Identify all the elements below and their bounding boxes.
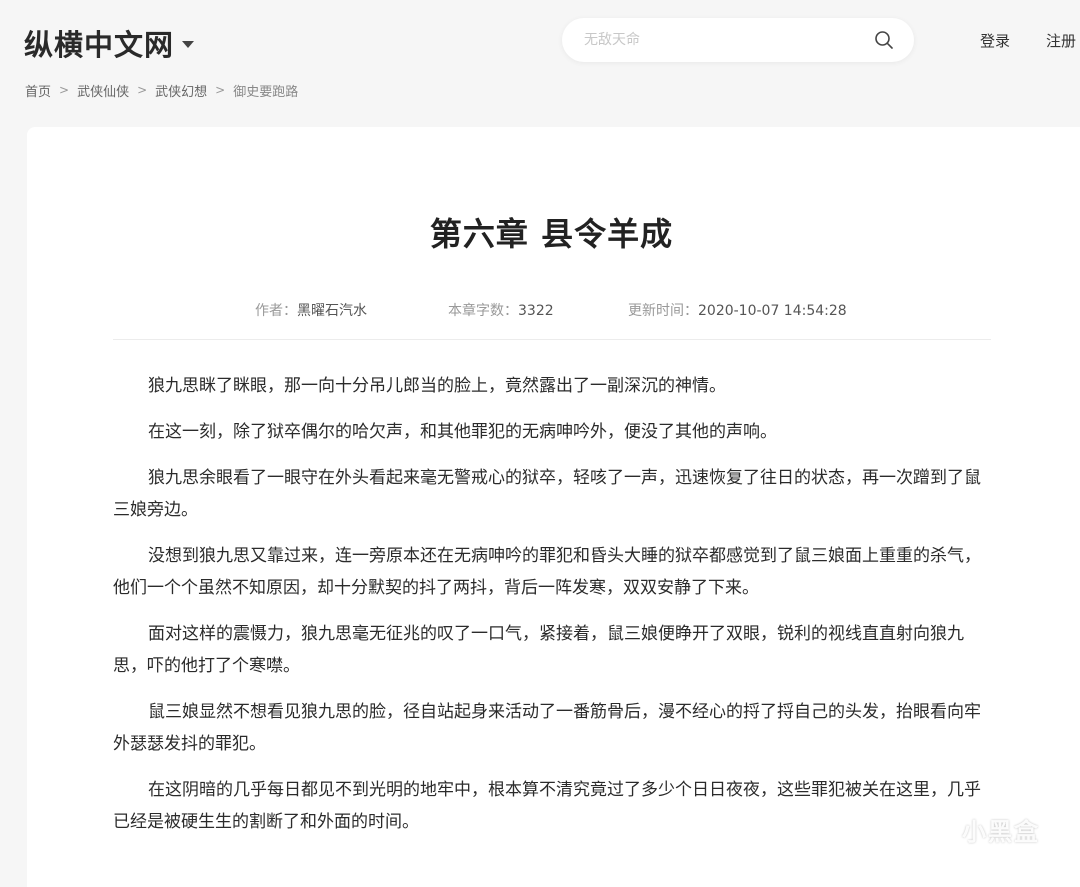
paragraph: 面对这样的震慑力，狼九思毫无征兆的叹了一口气，紧接着，鼠三娘便睁开了双眼，锐利的… bbox=[113, 624, 964, 676]
watermark: 小黑盒 bbox=[924, 812, 1040, 847]
register-link[interactable]: 注册 bbox=[1046, 30, 1076, 51]
site-logo[interactable]: 纵横中文网 bbox=[24, 22, 195, 64]
paragraph: 狼九思眯了眯眼，那一向十分吊儿郎当的脸上，竟然露出了一副深沉的神情。 bbox=[148, 376, 726, 396]
paragraph: 没想到狼九思又靠过来，连一旁原本还在无病呻吟的罪犯和昏头大睡的狱卒都感觉到了鼠三… bbox=[113, 546, 981, 598]
search-input[interactable] bbox=[584, 29, 854, 51]
search-box bbox=[562, 18, 914, 62]
author-name[interactable]: 黑曜石汽水 bbox=[297, 303, 367, 319]
breadcrumb: 首页 > 武侠仙侠 > 武侠幻想 > 御史要跑路 bbox=[25, 80, 298, 100]
updated-value: 2020-10-07 14:54:28 bbox=[698, 303, 847, 319]
chapter-content: 狼九思眯了眯眼，那一向十分吊儿郎当的脸上，竟然露出了一副深沉的神情。 在这一刻，… bbox=[113, 370, 993, 852]
chapter-author: 作者：黑曜石汽水 bbox=[255, 300, 367, 320]
word-count-value: 3322 bbox=[518, 303, 554, 319]
chevron-right-icon: > bbox=[137, 83, 148, 97]
chevron-right-icon: > bbox=[215, 83, 226, 97]
meta-divider bbox=[113, 339, 991, 340]
word-count-label: 本章字数： bbox=[448, 303, 518, 319]
chapter-word-count: 本章字数：3322 bbox=[448, 300, 554, 320]
site-header: 纵横中文网 登录 注册 bbox=[0, 0, 1080, 78]
author-label: 作者： bbox=[255, 303, 297, 319]
logo-text[interactable]: 纵横中文网 bbox=[24, 22, 174, 64]
updated-label: 更新时间： bbox=[628, 303, 698, 319]
login-link[interactable]: 登录 bbox=[980, 30, 1010, 51]
chapter-updated-time: 更新时间：2020-10-07 14:54:28 bbox=[628, 300, 847, 320]
paragraph: 在这阴暗的几乎每日都见不到光明的地牢中，根本算不清究竟过了多少个日日夜夜，这些罪… bbox=[113, 780, 981, 832]
chevron-down-icon[interactable] bbox=[182, 41, 195, 48]
breadcrumb-home[interactable]: 首页 bbox=[25, 81, 51, 100]
search-icon[interactable] bbox=[874, 30, 894, 50]
paragraph: 在这一刻，除了狱卒偶尔的哈欠声，和其他罪犯的无病呻吟外，便没了其他的声响。 bbox=[148, 422, 777, 442]
paragraph: 狼九思余眼看了一眼守在外头看起来毫无警戒心的狱卒，轻咳了一声，迅速恢复了往日的状… bbox=[113, 468, 981, 520]
heybox-logo-icon bbox=[926, 813, 956, 846]
breadcrumb-book[interactable]: 御史要跑路 bbox=[233, 81, 298, 100]
breadcrumb-subcategory[interactable]: 武侠幻想 bbox=[155, 81, 207, 100]
chapter-title: 第六章 县令羊成 bbox=[429, 215, 674, 253]
breadcrumb-category[interactable]: 武侠仙侠 bbox=[77, 81, 129, 100]
chevron-right-icon: > bbox=[59, 83, 70, 97]
paragraph: 鼠三娘显然不想看见狼九思的脸，径自站起身来活动了一番筋骨后，漫不经心的捋了捋自己… bbox=[113, 702, 981, 754]
watermark-text: 小黑盒 bbox=[962, 818, 1040, 846]
